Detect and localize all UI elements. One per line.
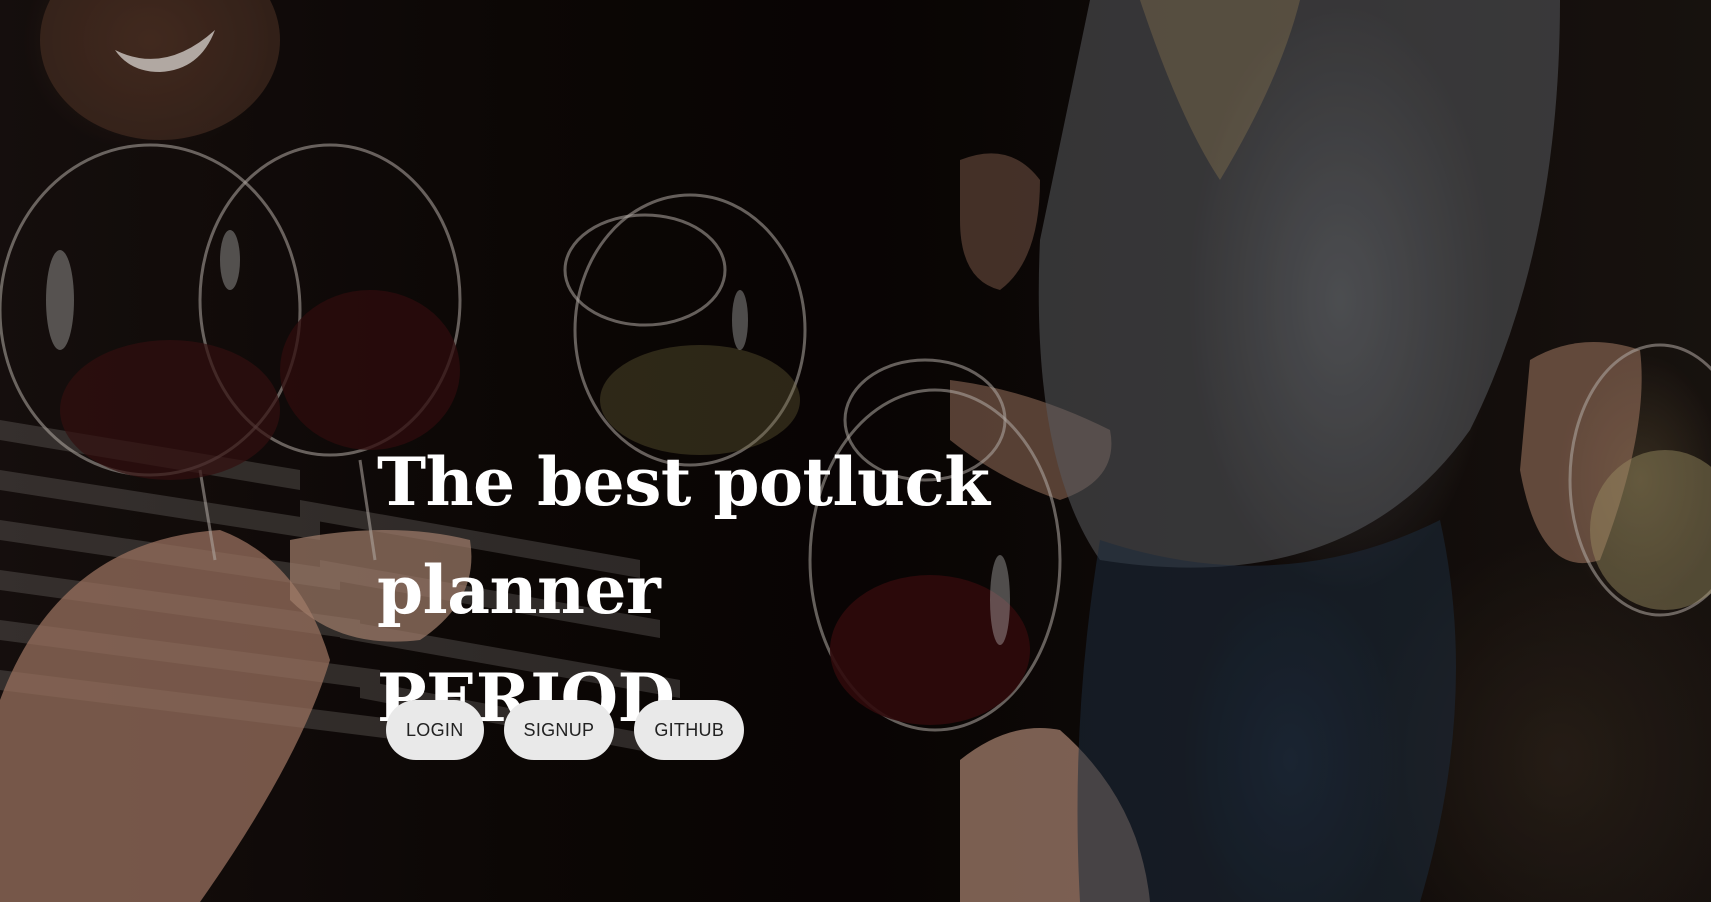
headline-line-1: The best potluck planner [377,443,990,629]
hero-buttons: LOGIN SIGNUP GITHUB [386,700,745,760]
github-button[interactable]: GITHUB [634,700,745,760]
hero-section: The best potluck planner PERIOD. LOGIN S… [0,0,1711,902]
login-button[interactable]: LOGIN [386,700,484,760]
signup-button[interactable]: SIGNUP [503,700,615,760]
